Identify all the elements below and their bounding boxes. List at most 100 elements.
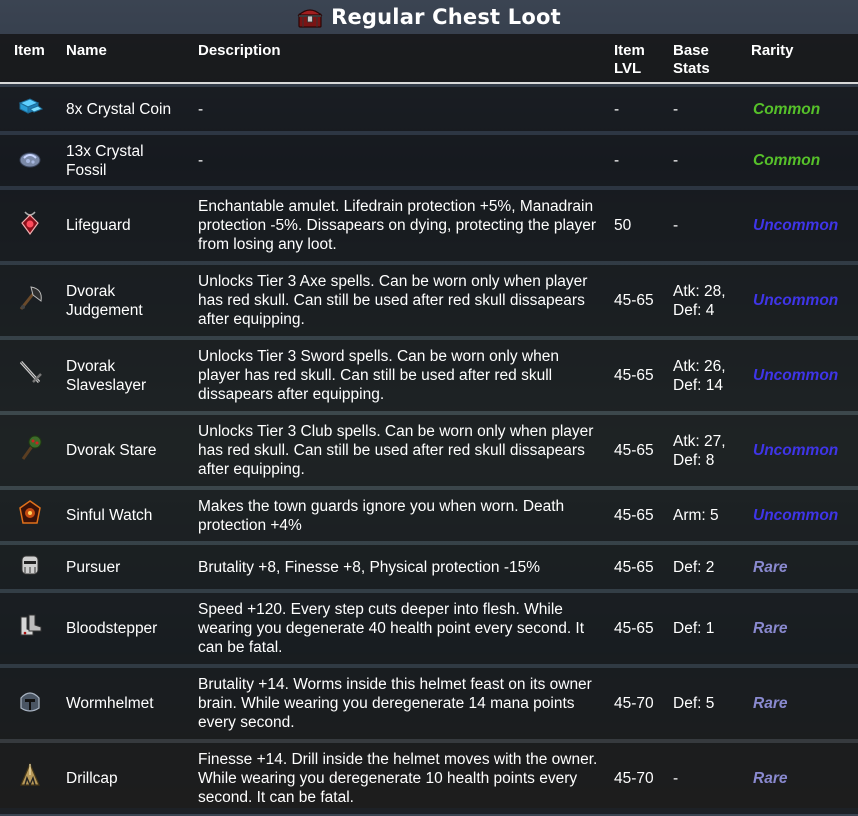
item-base-stats: Atk: 26, Def: 14	[667, 340, 745, 411]
item-description: -	[192, 135, 608, 186]
treasure-chest-icon	[297, 6, 323, 28]
item-level: 45-65	[608, 265, 667, 336]
item-base-stats: -	[667, 190, 745, 261]
column-header-description: Description	[192, 34, 608, 84]
item-description: Unlocks Tier 3 Axe spells. Can be worn o…	[192, 265, 608, 336]
column-header-base-stats: Base Stats	[667, 34, 745, 84]
item-rarity: Rare	[745, 743, 858, 814]
item-name: 13x Crystal Fossil	[60, 135, 192, 186]
loot-table-body: 8x Crystal Coin - - - Common 13x Crystal Foss…	[0, 83, 858, 814]
item-icon-cell	[0, 415, 60, 486]
item-level: 45-65	[608, 593, 667, 664]
item-level: 45-65	[608, 490, 667, 541]
item-description: Brutality +14. Worms inside this helmet …	[192, 668, 608, 739]
item-level: -	[608, 135, 667, 186]
item-icon-cell	[0, 668, 60, 739]
item-level: 45-65	[608, 340, 667, 411]
item-rarity: Common	[745, 87, 858, 131]
column-header-name: Name	[60, 34, 192, 84]
drillcap-icon	[14, 761, 46, 793]
crystal-fossil-icon	[14, 144, 46, 176]
item-description: Unlocks Tier 3 Sword spells. Can be worn…	[192, 340, 608, 411]
item-rarity: Uncommon	[745, 415, 858, 486]
item-name: Lifeguard	[60, 190, 192, 261]
item-level: 45-65	[608, 415, 667, 486]
crystal-coin-icon	[14, 93, 46, 125]
item-level: 45-70	[608, 668, 667, 739]
item-rarity: Rare	[745, 545, 858, 589]
item-name: Dvorak Slaveslayer	[60, 340, 192, 411]
item-name: Drillcap	[60, 743, 192, 814]
item-base-stats: Arm: 5	[667, 490, 745, 541]
item-name: Bloodstepper	[60, 593, 192, 664]
item-name: Dvorak Judgement	[60, 265, 192, 336]
item-base-stats: Def: 5	[667, 668, 745, 739]
item-description: Finesse +14. Drill inside the helmet mov…	[192, 743, 608, 814]
item-rarity: Uncommon	[745, 340, 858, 411]
item-description: Brutality +8, Finesse +8, Physical prote…	[192, 545, 608, 589]
table-row: Bloodstepper Speed +120. Every step cuts …	[0, 593, 858, 664]
table-row: Lifeguard Enchantable amulet. Lifedrain p…	[0, 190, 858, 261]
item-rarity: Rare	[745, 668, 858, 739]
item-name: Dvorak Stare	[60, 415, 192, 486]
item-name: Sinful Watch	[60, 490, 192, 541]
table-row: Dvorak Slaveslayer Unlocks Tier 3 Sword s…	[0, 340, 858, 411]
item-name: Wormhelmet	[60, 668, 192, 739]
lifeguard-amulet-icon	[14, 209, 46, 241]
item-description: Speed +120. Every step cuts deeper into …	[192, 593, 608, 664]
item-rarity: Uncommon	[745, 265, 858, 336]
item-base-stats: -	[667, 743, 745, 814]
loot-table: Item Name Description Item LVL Base Stat…	[0, 34, 858, 816]
sinful-watch-icon	[14, 498, 46, 530]
table-row: Wormhelmet Brutality +14. Worms inside th…	[0, 668, 858, 739]
sword-icon	[14, 358, 46, 390]
column-header-item: Item	[0, 34, 60, 84]
pursuer-icon	[14, 550, 46, 582]
wormhelmet-icon	[14, 686, 46, 718]
table-row: Sinful Watch Makes the town guards ignore…	[0, 490, 858, 541]
item-icon-cell	[0, 340, 60, 411]
table-row: Pursuer Brutality +8, Finesse +8, Physica…	[0, 545, 858, 589]
item-base-stats: -	[667, 135, 745, 186]
item-rarity: Common	[745, 135, 858, 186]
item-base-stats: -	[667, 87, 745, 131]
column-header-rarity: Rarity	[745, 34, 858, 84]
item-rarity: Uncommon	[745, 190, 858, 261]
item-rarity: Uncommon	[745, 490, 858, 541]
table-row: Drillcap Finesse +14. Drill inside the he…	[0, 743, 858, 814]
item-name: 8x Crystal Coin	[60, 87, 192, 131]
table-header-row: Item Name Description Item LVL Base Stat…	[0, 34, 858, 84]
item-rarity: Rare	[745, 593, 858, 664]
item-base-stats: Atk: 28, Def: 4	[667, 265, 745, 336]
item-icon-cell	[0, 135, 60, 186]
item-icon-cell	[0, 190, 60, 261]
item-level: 45-70	[608, 743, 667, 814]
item-name: Pursuer	[60, 545, 192, 589]
table-row: Dvorak Stare Unlocks Tier 3 Club spells. …	[0, 415, 858, 486]
item-base-stats: Def: 1	[667, 593, 745, 664]
item-base-stats: Def: 2	[667, 545, 745, 589]
table-row: 13x Crystal Fossil - - - Common	[0, 135, 858, 186]
table-row: Dvorak Judgement Unlocks Tier 3 Axe spell…	[0, 265, 858, 336]
item-icon-cell	[0, 593, 60, 664]
column-header-item-lvl: Item LVL	[608, 34, 667, 84]
title-bar: Regular Chest Loot	[0, 0, 858, 34]
item-icon-cell	[0, 743, 60, 814]
item-description: Makes the town guards ignore you when wo…	[192, 490, 608, 541]
item-level: 45-65	[608, 545, 667, 589]
bloodstepper-boots-icon	[14, 611, 46, 643]
item-description: Unlocks Tier 3 Club spells. Can be worn …	[192, 415, 608, 486]
table-row: 8x Crystal Coin - - - Common	[0, 87, 858, 131]
item-base-stats: Atk: 27, Def: 8	[667, 415, 745, 486]
item-icon-cell	[0, 490, 60, 541]
axe-icon	[14, 283, 46, 315]
club-icon	[14, 433, 46, 465]
item-icon-cell	[0, 87, 60, 131]
item-icon-cell	[0, 545, 60, 589]
item-description: Enchantable amulet. Lifedrain protection…	[192, 190, 608, 261]
item-level: 50	[608, 190, 667, 261]
item-description: -	[192, 87, 608, 131]
item-level: -	[608, 87, 667, 131]
page-title: Regular Chest Loot	[331, 5, 561, 29]
item-icon-cell	[0, 265, 60, 336]
